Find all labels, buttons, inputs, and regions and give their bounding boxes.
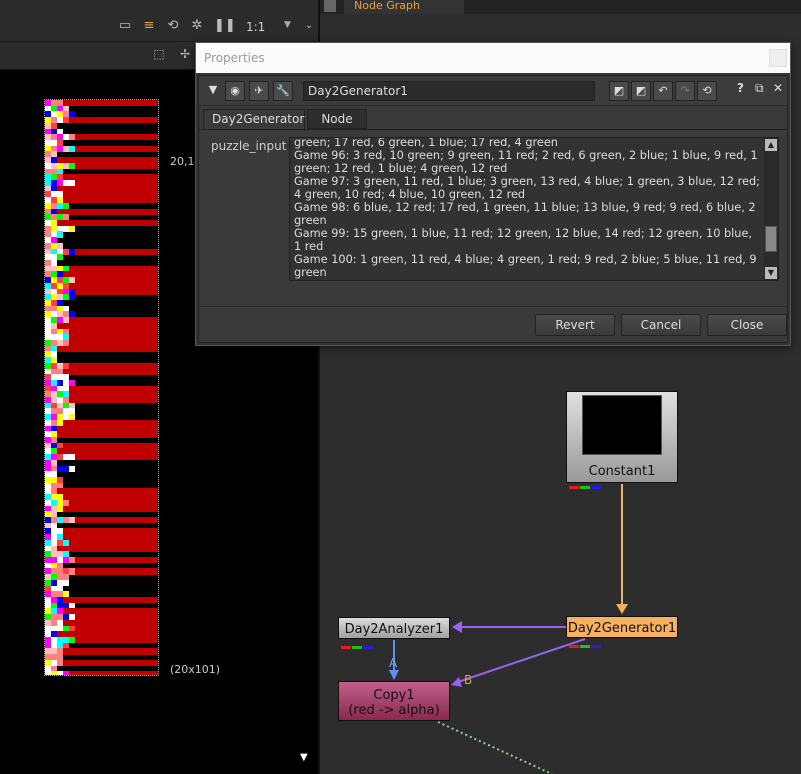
node-day2-analyzer[interactable]: Day2Analyzer1 [338,617,450,649]
node-day2-generator[interactable]: Day2Generator1 [566,616,678,648]
puzzle-input-label: puzzle_input [211,139,287,153]
node-label: Day2Analyzer1 [344,622,444,637]
node-copy[interactable]: Copy1 (red -> alpha) [338,681,450,721]
coord-readout-top: 20,1 [170,155,195,168]
properties-toolbar: ▼ ◉ ✈ 🔧 Day2Generator1 ◩ ◩ ↶ ↷ ⟲ ? ⧉ ✕ [199,76,787,106]
input-label-b: B [464,673,473,687]
node-sublabel: (red -> alpha) [348,703,440,718]
node-label: Constant1 [588,464,656,479]
undo-icon[interactable]: ↶ [653,81,673,101]
node-icon[interactable]: ◉ [225,81,245,101]
close-icon[interactable]: ✕ [773,81,783,95]
scroll-down-icon[interactable]: ▼ [765,267,777,279]
puzzle-input-text[interactable]: green; 17 red, 6 green, 1 blue; 17 red, … [294,138,760,279]
tab-day2generator[interactable]: Day2Generator [203,109,305,129]
collapse-arrow-icon[interactable]: ▼ [203,81,223,101]
coord-readout-bottom: (20x101) [170,663,221,676]
centre-node-icon[interactable]: ✈ [249,81,269,101]
chevron-down-icon[interactable]: ▼ [300,752,308,763]
refresh-icon[interactable]: ⟲ [166,19,180,33]
cancel-button[interactable]: Cancel [621,314,701,336]
node-name-input[interactable]: Day2Generator1 [303,81,595,101]
help-button[interactable]: ? [737,81,744,95]
dialog-title[interactable]: Properties [196,43,790,73]
viewer-image [44,99,159,676]
region-select-icon[interactable]: ⬚ [152,47,166,61]
color-pick-icon[interactable]: ◩ [609,81,629,101]
scroll-thumb[interactable] [765,226,777,252]
revert-icon[interactable]: ⟲ [697,81,717,101]
edge-copy-output [437,721,553,774]
edge-generator-copy [457,638,586,683]
properties-panel: ▼ ◉ ✈ 🔧 Day2Generator1 ◩ ◩ ↶ ↷ ⟲ ? ⧉ ✕ D… [198,75,788,343]
color-pick-2-icon[interactable]: ◩ [631,81,651,101]
properties-tabs: Day2Generator Node [199,107,787,129]
node-label: Day2Generator1 [567,621,677,636]
lines-icon[interactable]: ≡ [142,19,156,33]
node-label: Copy1 [373,688,415,703]
redo-icon[interactable]: ↷ [675,81,695,101]
channel-chips [341,634,374,649]
tab-content: puzzle_input green; 17 red, 6 green, 1 b… [199,129,787,306]
properties-dialog[interactable]: Properties ▼ ◉ ✈ 🔧 Day2Generator1 ◩ ◩ ↶ … [195,42,791,346]
pause-icon[interactable]: ❚❚ [214,19,236,33]
expand-down-icon[interactable]: ⌄ [302,19,316,33]
node-thumbnail [582,395,662,455]
scroll-up-icon[interactable]: ▲ [765,139,777,151]
textarea-scrollbar[interactable]: ▲ ▼ [764,138,778,280]
input-label-a: A [389,656,398,670]
dialog-footer: Revert Cancel Close [199,306,787,342]
channel-chips [569,478,602,489]
close-icon[interactable] [769,49,787,67]
arrowhead-analyzer-copy [389,670,399,680]
revert-button[interactable]: Revert [535,314,615,336]
image-row [45,671,158,675]
node-constant[interactable]: Constant1 [566,391,678,489]
float-icon[interactable]: ⧉ [755,81,764,96]
overlay-icon[interactable]: ▭ [118,19,132,33]
arrowhead-generator-copy [451,677,462,687]
arrowhead-generator-analyzer [452,621,462,633]
close-button[interactable]: Close [707,314,787,336]
tab-node[interactable]: Node [307,109,367,129]
gear-icon[interactable]: ✲ [190,19,204,33]
pick-icon[interactable]: ✢ [178,47,192,61]
viewer-header: ▭ ≡ ⟲ ✲ ❚❚ 1:1 ▼ ⌄ [0,0,318,42]
wrench-icon[interactable]: 🔧 [273,81,293,101]
puzzle-input-textarea[interactable]: green; 17 red, 6 green, 1 blue; 17 red, … [289,137,779,281]
channel-chips [569,633,602,648]
zoom-level[interactable]: 1:1 [246,20,265,34]
chevron-down-icon[interactable]: ▼ [284,20,291,30]
arrowhead-constant-generator [616,604,628,614]
